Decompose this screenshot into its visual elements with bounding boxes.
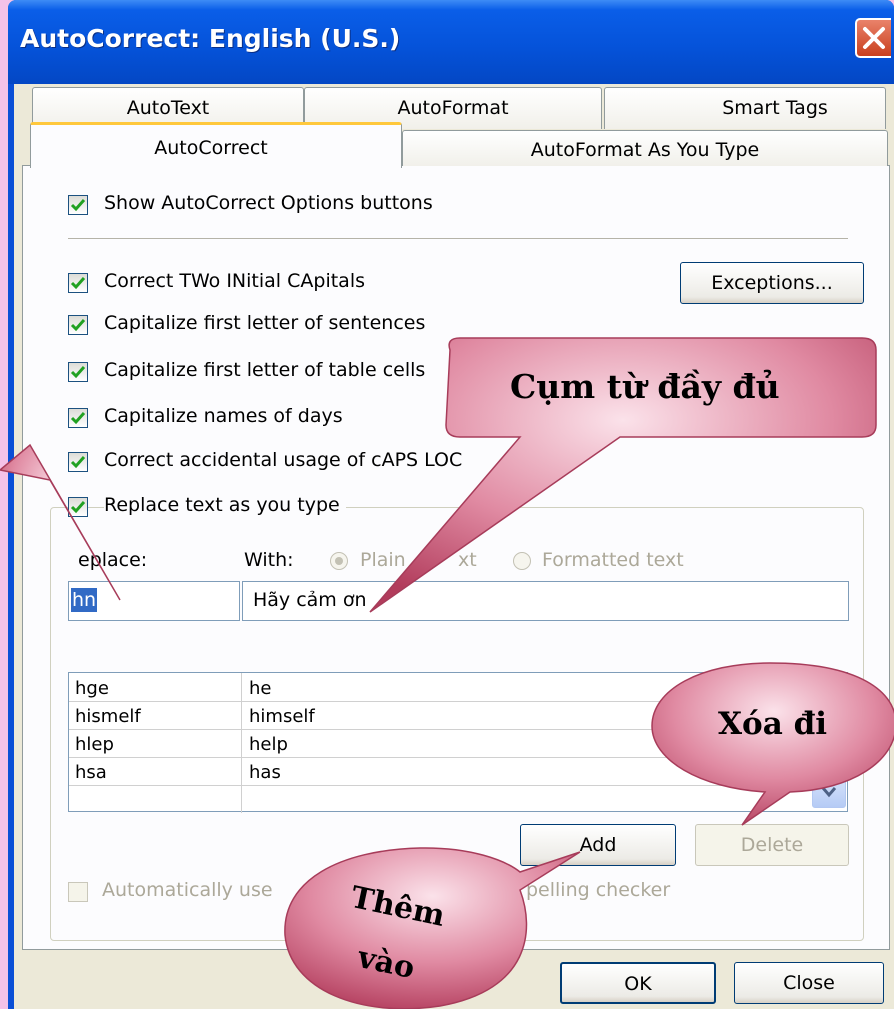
- tab-autocorrect[interactable]: AutoCorrect: [30, 122, 402, 168]
- left-callout-shape: [0, 443, 121, 601]
- full-phrase-callout-text: Cụm từ đầy đủ: [510, 367, 780, 406]
- delete-callout-shape: [651, 662, 894, 826]
- delete-callout-text: Xóa đi: [718, 706, 828, 742]
- tab-label: AutoCorrect: [154, 137, 268, 159]
